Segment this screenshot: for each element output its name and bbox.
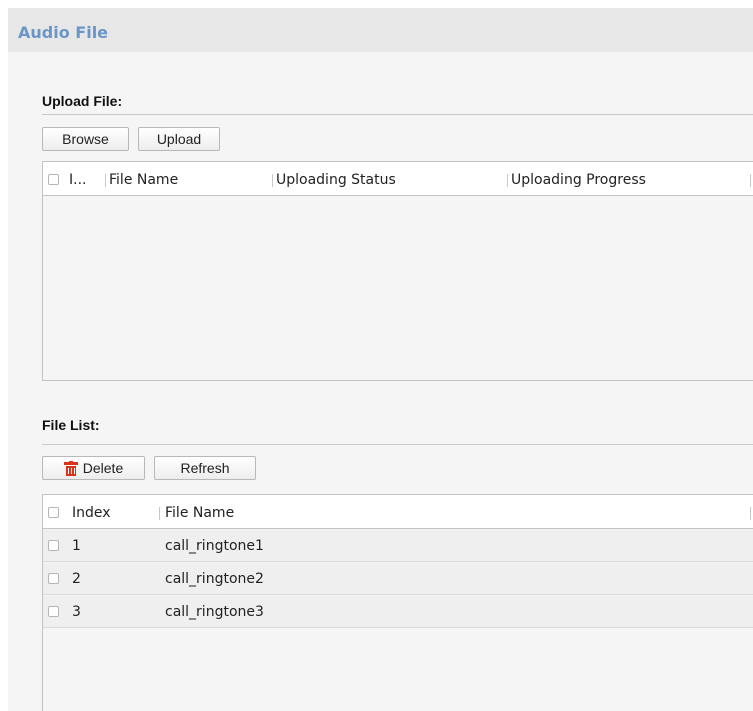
file-list-section-title: File List: <box>42 417 100 433</box>
upload-col-uploading-progress[interactable]: Uploading Progress <box>511 172 646 188</box>
delete-button[interactable]: Delete <box>42 456 145 480</box>
file-list-select-all-checkbox[interactable] <box>48 507 59 518</box>
column-separator <box>750 174 751 187</box>
column-separator <box>750 507 751 520</box>
file-list-table-header: Index File Name <box>43 495 753 529</box>
file-list-col-index[interactable]: Index <box>72 505 111 521</box>
row-checkbox[interactable] <box>48 606 59 617</box>
row-file-name: call_ringtone1 <box>165 538 264 554</box>
file-list-table: Index File Name 1 call_ringtone1 2 call_… <box>42 494 753 711</box>
refresh-button[interactable]: Refresh <box>154 456 256 480</box>
table-row[interactable]: 3 call_ringtone3 <box>43 596 753 628</box>
row-checkbox[interactable] <box>48 540 59 551</box>
row-index: 2 <box>72 571 81 587</box>
upload-select-all-checkbox[interactable] <box>48 174 59 185</box>
upload-col-file-name[interactable]: File Name <box>109 172 178 188</box>
browse-button[interactable]: Browse <box>42 127 129 151</box>
file-list-section-divider <box>42 444 753 445</box>
file-list-col-file-name[interactable]: File Name <box>165 505 234 521</box>
delete-button-label: Delete <box>82 460 124 476</box>
upload-section-divider <box>42 114 753 115</box>
table-row[interactable]: 2 call_ringtone2 <box>43 563 753 595</box>
column-separator <box>159 507 160 520</box>
column-separator <box>272 174 273 187</box>
upload-section-title: Upload File: <box>42 93 123 109</box>
row-index: 3 <box>72 604 81 620</box>
panel-header: Audio File <box>8 8 753 52</box>
upload-col-uploading-status[interactable]: Uploading Status <box>276 172 396 188</box>
row-index: 1 <box>72 538 81 554</box>
trash-icon <box>63 460 78 476</box>
panel-title: Audio File <box>18 23 109 42</box>
row-file-name: call_ringtone3 <box>165 604 264 620</box>
row-checkbox[interactable] <box>48 573 59 584</box>
table-row[interactable]: 1 call_ringtone1 <box>43 530 753 562</box>
upload-col-index[interactable]: I... <box>69 172 86 188</box>
upload-table: I... File Name Uploading Status Uploadin… <box>42 161 753 381</box>
upload-button[interactable]: Upload <box>138 127 220 151</box>
upload-table-header: I... File Name Uploading Status Uploadin… <box>43 162 753 196</box>
column-separator <box>105 174 106 187</box>
row-file-name: call_ringtone2 <box>165 571 264 587</box>
audio-file-page: Audio File Upload File: Browse Upload I.… <box>8 8 753 711</box>
column-separator <box>507 174 508 187</box>
